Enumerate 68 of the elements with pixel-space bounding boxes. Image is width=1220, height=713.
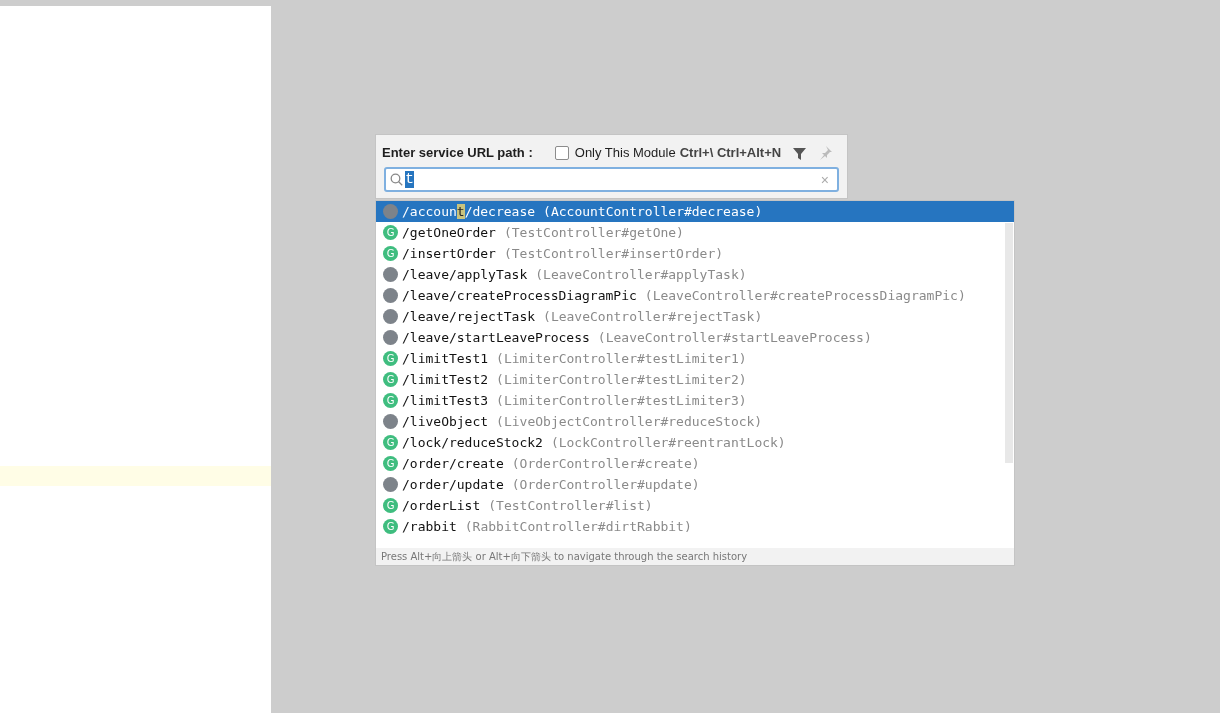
url-path: /account/decrease	[402, 202, 536, 221]
url-path: /liveObject	[402, 412, 489, 431]
result-row[interactable]: G /rabbit (RabbitController#dirtRabbit)	[376, 516, 1014, 537]
result-row[interactable]: G /limitTest2 (LimiterController#testLimiter2)	[376, 369, 1014, 390]
filter-icon[interactable]	[793, 146, 807, 160]
handler-text: (LimiterController#testLimiter1)	[496, 349, 747, 368]
get-method-icon: G	[383, 519, 398, 534]
search-value: t	[405, 171, 414, 188]
result-row[interactable]: /account/decrease (AccountController#decrease)	[376, 201, 1014, 222]
get-method-icon: G	[383, 225, 398, 240]
handler-text: (TestController#getOne)	[503, 223, 684, 242]
result-row[interactable]: /leave/createProcessDiagramPic (LeaveController#createProcessDiagramPic)	[376, 285, 1014, 306]
pin-icon[interactable]	[818, 146, 833, 160]
get-method-icon: G	[383, 246, 398, 261]
handler-text: (OrderController#create)	[511, 454, 700, 473]
handler-text: (LeaveController#applyTask)	[535, 265, 747, 284]
result-row[interactable]: G /limitTest1 (LimiterController#testLimiter1)	[376, 348, 1014, 369]
url-path: /lock/reduceStock2	[402, 433, 543, 452]
handler-text: (RabbitController#dirtRabbit)	[464, 517, 692, 536]
handler-text: (LimiterController#testLimiter3)	[496, 391, 747, 410]
handler-text: (LeaveController#startLeaveProcess)	[597, 328, 872, 347]
get-method-icon: G	[383, 435, 398, 450]
handler-text: (TestController#insertOrder)	[503, 244, 724, 263]
url-path: /order/create	[402, 454, 504, 473]
url-path: /insertOrder	[402, 244, 496, 263]
get-method-icon: G	[383, 498, 398, 513]
url-path: /limitTest2	[402, 370, 489, 389]
url-path: /rabbit	[402, 517, 457, 536]
url-path: /limitTest1	[402, 349, 489, 368]
get-method-icon: G	[383, 393, 398, 408]
hint-bar: Press Alt+向上箭头 or Alt+向下箭头 to navigate through the search history	[376, 548, 1014, 565]
result-row[interactable]: /order/update (OrderController#update)	[376, 474, 1014, 495]
result-row[interactable]: /liveObject (LiveObjectController#reduceStock)	[376, 411, 1014, 432]
handler-text: (LimiterController#testLimiter2)	[496, 370, 747, 389]
result-row[interactable]: /leave/startLeaveProcess (LeaveController#startLeaveProcess)	[376, 327, 1014, 348]
scrollbar-thumb[interactable]	[1005, 223, 1013, 463]
popup-title: Enter service URL path :	[382, 144, 533, 163]
result-row[interactable]: G /lock/reduceStock2 (LockController#reentrantLock)	[376, 432, 1014, 453]
url-path: /leave/applyTask	[402, 265, 528, 284]
handler-text: (AccountController#decrease)	[543, 202, 763, 221]
result-row[interactable]: G /insertOrder (TestController#insertOrder)	[376, 243, 1014, 264]
module-checkbox[interactable]	[554, 146, 569, 160]
search-icon	[390, 173, 403, 186]
url-path: /orderList	[402, 496, 481, 515]
result-row[interactable]: G /order/create (OrderController#create)	[376, 453, 1014, 474]
result-row[interactable]: /leave/applyTask (LeaveController#applyTask)	[376, 264, 1014, 285]
url-path: /order/update	[402, 475, 504, 494]
handler-text: (LockController#reentrantLock)	[550, 433, 786, 452]
handler-text: (TestController#list)	[488, 496, 653, 515]
url-path: /leave/rejectTask	[402, 307, 536, 326]
url-path: /leave/startLeaveProcess	[402, 328, 590, 347]
result-row[interactable]: G /getOneOrder (TestController#getOne)	[376, 222, 1014, 243]
result-row[interactable]: /leave/rejectTask (LeaveController#rejectTask)	[376, 306, 1014, 327]
handler-text: (OrderController#update)	[511, 475, 700, 494]
search-field[interactable]: t ×	[384, 167, 839, 192]
get-method-icon: G	[383, 372, 398, 387]
result-row[interactable]: G /orderList (TestController#list)	[376, 495, 1014, 516]
get-method-icon: G	[383, 456, 398, 471]
result-row[interactable]: G /limitTest3 (LimiterController#testLimiter3)	[376, 390, 1014, 411]
get-method-icon: G	[383, 351, 398, 366]
handler-text: (LiveObjectController#reduceStock)	[496, 412, 763, 431]
url-path: /leave/createProcessDiagramPic	[402, 286, 637, 305]
handler-text: (LeaveController#rejectTask)	[543, 307, 763, 326]
url-path: /limitTest3	[402, 391, 489, 410]
handler-text: (LeaveController#createProcessDiagramPic)	[644, 286, 966, 305]
shortcut-text: Ctrl+\ Ctrl+Alt+N	[679, 144, 782, 163]
checkbox-label[interactable]: Only This Module	[574, 143, 676, 163]
url-path: /getOneOrder	[402, 223, 496, 242]
